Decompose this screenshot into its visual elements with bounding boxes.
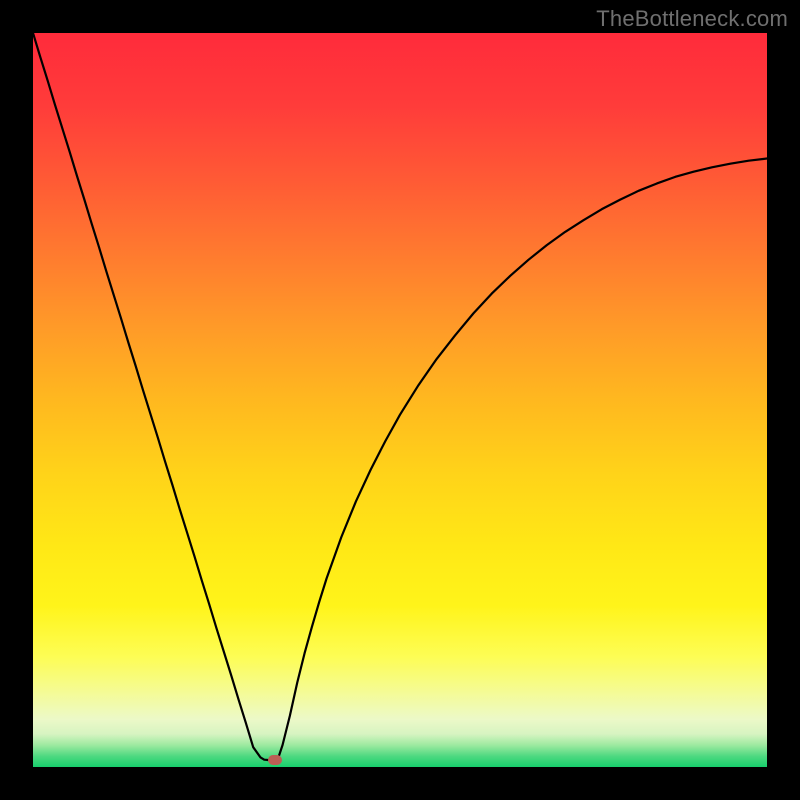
chart-frame: TheBottleneck.com [0,0,800,800]
watermark-text: TheBottleneck.com [596,6,788,32]
plot-area [33,33,767,767]
optimal-point-marker [268,755,282,765]
gradient-background [33,33,767,767]
